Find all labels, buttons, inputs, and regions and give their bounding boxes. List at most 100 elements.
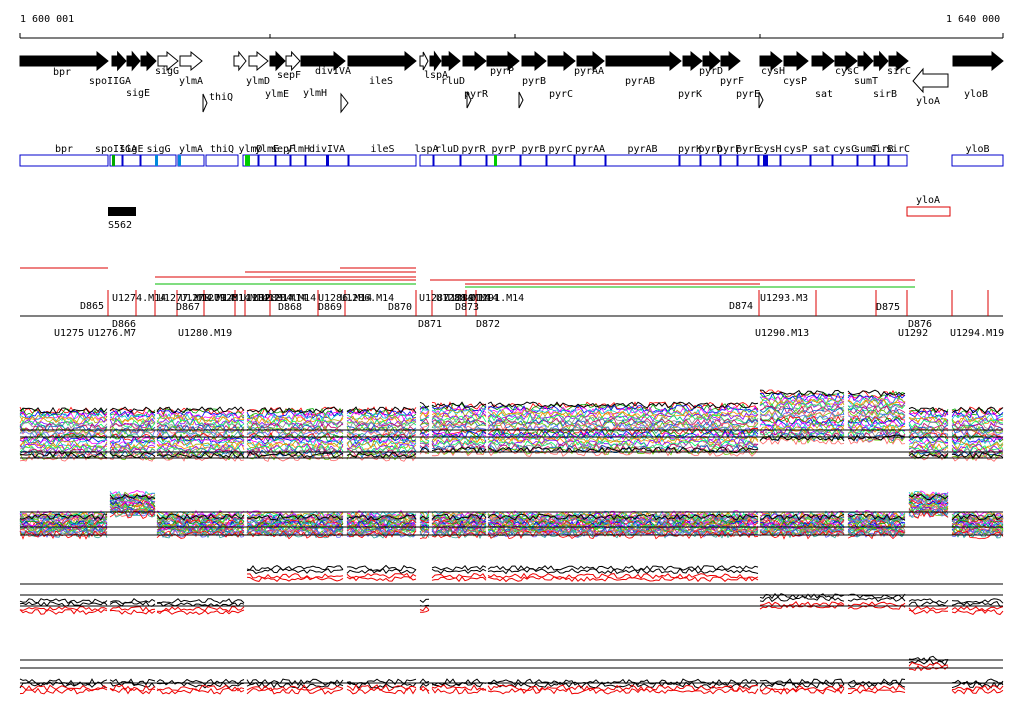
d-label[interactable]: D866 <box>112 319 136 330</box>
annotation-box-lspa[interactable] <box>419 154 434 167</box>
profile-trace <box>19 655 1004 687</box>
annotation-box-thiq[interactable] <box>205 154 239 167</box>
annotation-box-pyre[interactable] <box>737 154 759 167</box>
annotation-marker <box>178 155 181 166</box>
gene-cysh-label: cysH <box>761 66 785 77</box>
d-label[interactable]: D874 <box>729 301 753 312</box>
annotation-box-pyrb[interactable] <box>520 154 547 167</box>
probe-upper-label[interactable]: U1293.M3 <box>760 293 808 304</box>
annotation-label-thiq: thiQ <box>210 144 234 155</box>
d-label[interactable]: D870 <box>388 302 412 313</box>
gene-arrows-track: bprspoIIGAsigEsigGylmAthiQylmDylmEsepFyl… <box>19 50 1004 114</box>
annotation-box-sat[interactable] <box>810 154 833 167</box>
feature-track: S562 yloA <box>108 195 951 231</box>
s562-label: S562 <box>108 220 132 231</box>
d-label[interactable]: D871 <box>418 319 442 330</box>
small-gene-marker <box>202 93 208 113</box>
gene-ylmd-label: ylmD <box>246 76 270 87</box>
annotation-box-pyraa[interactable] <box>574 154 606 167</box>
d-label[interactable]: D872 <box>476 319 500 330</box>
probe-lower-label[interactable]: U1280.M19 <box>178 328 232 339</box>
probe-lower-label[interactable]: U1290.M13 <box>755 328 809 339</box>
annotation-box-ylma[interactable] <box>177 154 205 167</box>
probe-lower-label[interactable]: U1275 <box>54 328 84 339</box>
annotation-box-pyrc[interactable] <box>546 154 575 167</box>
annotation-box-rlud[interactable] <box>433 154 461 167</box>
gene-sige-arrow[interactable] <box>126 50 141 72</box>
gene-ylmh-arrow[interactable] <box>285 50 301 72</box>
gene-thiq-arrow[interactable] <box>179 50 203 72</box>
gene-lspa-arrow[interactable] <box>419 51 429 71</box>
small-gene-marker <box>518 91 524 109</box>
annotation-marker <box>247 155 250 166</box>
gene-cysp-label: cysP <box>783 76 807 87</box>
annotation-label-pyre: pyrE <box>736 144 760 155</box>
gene-pyrr-arrow[interactable] <box>441 50 461 72</box>
yloa-feature-box[interactable] <box>906 206 951 217</box>
annotation-box-ylme[interactable] <box>258 154 276 167</box>
gene-sat-arrow[interactable] <box>811 50 835 72</box>
annotation-box-pyrp[interactable] <box>486 154 521 167</box>
gene-ylme-label: ylmE <box>265 89 289 100</box>
annotation-box-cysh[interactable] <box>758 154 781 167</box>
annotation-box-cysp[interactable] <box>780 154 811 167</box>
profile-trace <box>19 567 1004 608</box>
gene-iles-arrow[interactable] <box>347 50 417 72</box>
annotation-box-ylmh[interactable] <box>290 154 306 167</box>
d-label[interactable]: D875 <box>876 302 900 313</box>
gene-pyre-arrow[interactable] <box>720 50 741 72</box>
annotation-box-pyrd[interactable] <box>700 154 721 167</box>
gene-pyraa-arrow[interactable] <box>547 50 576 72</box>
annotation-box-ylob[interactable] <box>951 154 1004 167</box>
annotation-marker <box>155 155 158 166</box>
gene-pyrp-arrow[interactable] <box>462 50 487 72</box>
s562-feature-box[interactable] <box>108 207 136 216</box>
gene-pyrc-arrow[interactable] <box>521 50 547 72</box>
annotation-label-rlud: rluD <box>435 144 459 155</box>
genome-tracks-svg[interactable]: bprspoIIGAsigEsigGylmAthiQylmDylmEsepFyl… <box>0 0 1024 714</box>
gene-rlud-arrow[interactable] <box>429 50 442 72</box>
annotation-box-sirb[interactable] <box>874 154 889 167</box>
d-label[interactable]: D867 <box>176 302 200 313</box>
annotation-label-diviva: divIVA <box>309 144 345 155</box>
gene-spoiiga-arrow[interactable] <box>111 50 127 72</box>
annotation-box-pyrr[interactable] <box>460 154 487 167</box>
annotation-box-sepf[interactable] <box>275 154 291 167</box>
gene-thiq-label: thiQ <box>209 92 233 103</box>
gene-ylme-arrow[interactable] <box>248 50 269 72</box>
gene-diviva-label: divIVA <box>315 66 351 77</box>
probe-lower-label[interactable]: U1294.M19 <box>950 328 1004 339</box>
expression-profiles <box>19 389 1004 695</box>
annotation-box-sumt[interactable] <box>857 154 875 167</box>
gene-ylmh-label: ylmH <box>303 88 327 99</box>
annotation-box-spoiiga[interactable] <box>109 154 123 167</box>
gene-sirb-arrow[interactable] <box>857 50 874 72</box>
annotation-marker <box>494 155 497 166</box>
gene-yloa-label: yloA <box>916 96 940 107</box>
gene-yloa-arrow[interactable] <box>912 67 949 94</box>
annotation-box-sirc[interactable] <box>888 154 908 167</box>
annotation-box-pyrf[interactable] <box>720 154 738 167</box>
gene-ylmd-arrow[interactable] <box>233 50 247 72</box>
d-label[interactable]: D869 <box>318 302 342 313</box>
gene-pyrab-label: pyrAB <box>625 76 655 87</box>
annotation-box-pyrab[interactable] <box>605 154 680 167</box>
gene-sepf-arrow[interactable] <box>269 50 286 72</box>
annotation-box-bpr[interactable] <box>19 154 109 167</box>
gene-pyrk-arrow[interactable] <box>605 50 682 72</box>
gene-sigg-arrow[interactable] <box>140 50 157 72</box>
d-label[interactable]: D865 <box>80 301 104 312</box>
annotation-box-sige[interactable] <box>122 154 141 167</box>
gene-sumt-arrow[interactable] <box>873 50 889 72</box>
d-label[interactable]: D873 <box>455 302 479 313</box>
gene-ylob-arrow[interactable] <box>952 50 1004 72</box>
annotation-box-sigg[interactable] <box>140 154 177 167</box>
d-label[interactable]: D868 <box>278 302 302 313</box>
annotation-box-cysc[interactable] <box>832 154 858 167</box>
d-label[interactable]: D876 <box>908 319 932 330</box>
gene-cysp-arrow[interactable] <box>783 50 809 72</box>
annotation-box-pyrk[interactable] <box>679 154 701 167</box>
probe-upper-label[interactable]: U1286.M14 <box>340 293 394 304</box>
gene-rlud-label: rluD <box>441 76 465 87</box>
annotation-box-iles[interactable] <box>348 154 417 167</box>
